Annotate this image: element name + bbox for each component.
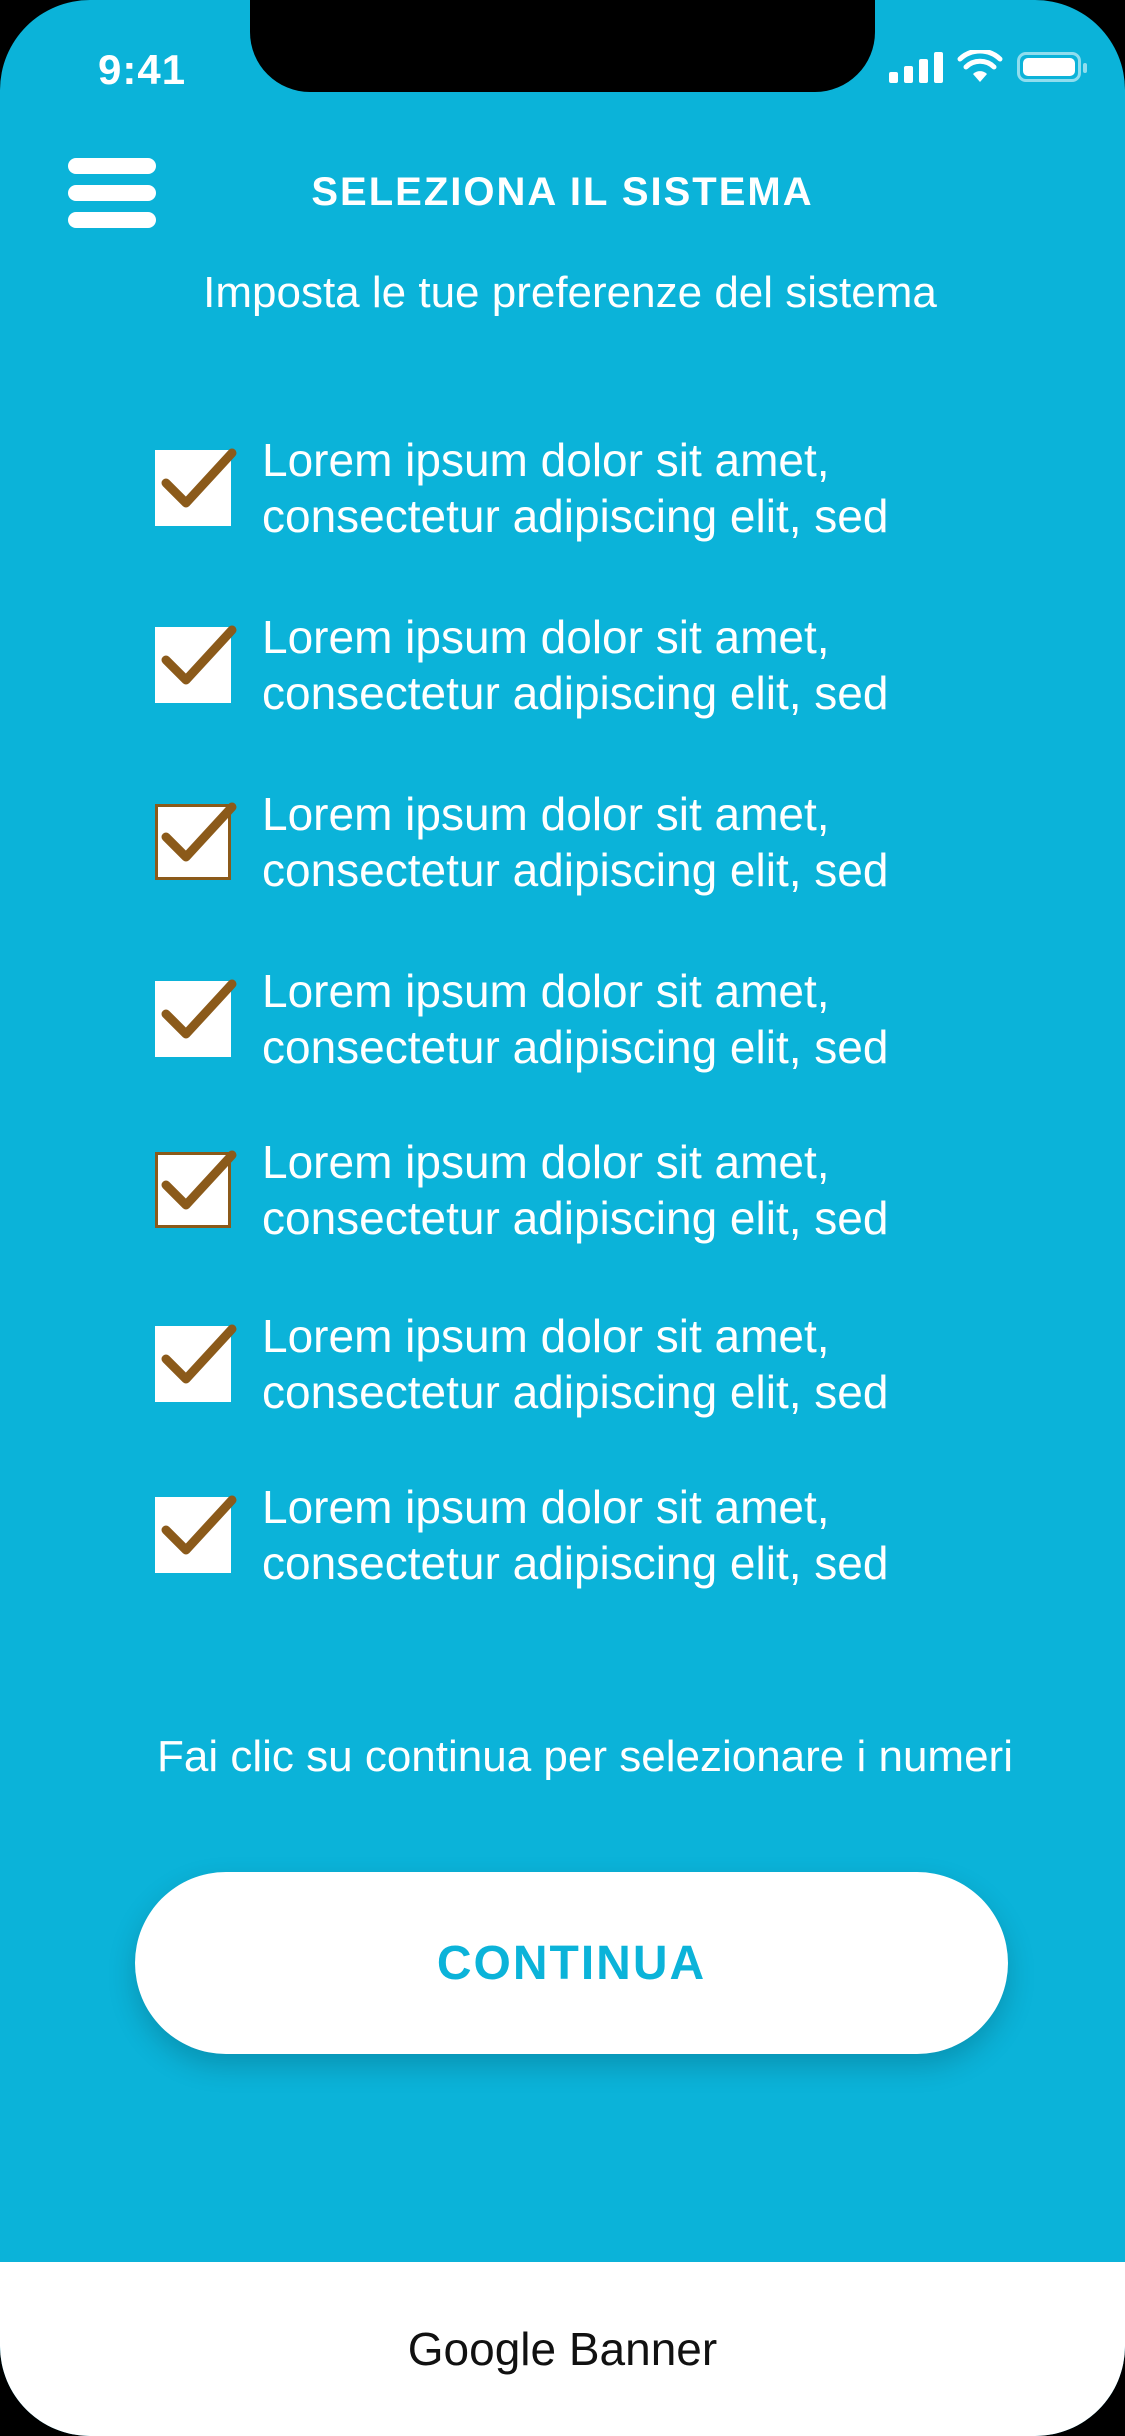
- wifi-icon: [957, 50, 1003, 82]
- checkbox[interactable]: [155, 1150, 237, 1228]
- option-label-line: consectetur adipiscing elit, sed: [262, 1192, 889, 1244]
- option-label: Lorem ipsum dolor sit amet, consectetur …: [262, 609, 1082, 721]
- option-item[interactable]: Lorem ipsum dolor sit amet, consectetur …: [155, 607, 1055, 719]
- checkbox[interactable]: [155, 1495, 237, 1573]
- option-label: Lorem ipsum dolor sit amet, consectetur …: [262, 1479, 1082, 1591]
- option-label: Lorem ipsum dolor sit amet, consectetur …: [262, 432, 1082, 544]
- option-label-line: Lorem ipsum dolor sit amet,: [262, 1481, 830, 1533]
- checkbox[interactable]: [155, 979, 237, 1057]
- battery-icon: [1017, 52, 1087, 82]
- option-label: Lorem ipsum dolor sit amet, consectetur …: [262, 786, 1082, 898]
- option-label-line: Lorem ipsum dolor sit amet,: [262, 1310, 830, 1362]
- page-subtitle: Imposta le tue preferenze del sistema: [203, 268, 937, 317]
- option-label-line: Lorem ipsum dolor sit amet,: [262, 611, 830, 663]
- option-item[interactable]: Lorem ipsum dolor sit amet, consectetur …: [155, 1477, 1055, 1589]
- checkmark-icon: [161, 1324, 237, 1384]
- checkmark-icon: [161, 625, 237, 685]
- signal-icon: [889, 51, 943, 83]
- status-icons: [889, 50, 1087, 84]
- page-title: SELEZIONA IL SISTEMA: [311, 170, 814, 214]
- option-label-line: Lorem ipsum dolor sit amet,: [262, 788, 830, 840]
- app-screen: 9:41 SELEZIONA IL SISTEMA Imposta le tue…: [0, 0, 1125, 2436]
- option-label-line: consectetur adipiscing elit, sed: [262, 1021, 889, 1073]
- option-label-line: Lorem ipsum dolor sit amet,: [262, 965, 830, 1017]
- checkmark-icon: [161, 1150, 237, 1210]
- checkbox[interactable]: [155, 448, 237, 526]
- continue-button[interactable]: CONTINUA: [135, 1872, 1008, 2054]
- checkbox[interactable]: [155, 625, 237, 703]
- checkmark-icon: [161, 448, 237, 508]
- checkmark-icon: [161, 1495, 237, 1555]
- checkbox[interactable]: [155, 802, 237, 880]
- option-label-line: consectetur adipiscing elit, sed: [262, 490, 889, 542]
- option-label-line: Lorem ipsum dolor sit amet,: [262, 434, 830, 486]
- device-notch: [250, 0, 875, 92]
- option-item[interactable]: Lorem ipsum dolor sit amet, consectetur …: [155, 430, 1055, 542]
- option-label: Lorem ipsum dolor sit amet, consectetur …: [262, 963, 1082, 1075]
- option-label-line: consectetur adipiscing elit, sed: [262, 1537, 889, 1589]
- option-item[interactable]: Lorem ipsum dolor sit amet, consectetur …: [155, 961, 1055, 1073]
- option-label-line: Lorem ipsum dolor sit amet,: [262, 1136, 830, 1188]
- checkmark-icon: [161, 802, 237, 862]
- status-time: 9:41: [98, 46, 187, 93]
- option-item[interactable]: Lorem ipsum dolor sit amet, consectetur …: [155, 1306, 1055, 1418]
- option-label: Lorem ipsum dolor sit amet, consectetur …: [262, 1308, 1082, 1420]
- option-label-line: consectetur adipiscing elit, sed: [262, 667, 889, 719]
- hint-text: Fai clic su continua per selezionare i n…: [157, 1732, 1013, 1781]
- checkmark-icon: [161, 979, 237, 1039]
- option-label: Lorem ipsum dolor sit amet, consectetur …: [262, 1134, 1082, 1246]
- option-item[interactable]: Lorem ipsum dolor sit amet, consectetur …: [155, 784, 1055, 896]
- checkbox[interactable]: [155, 1324, 237, 1402]
- option-label-line: consectetur adipiscing elit, sed: [262, 1366, 889, 1418]
- option-label-line: consectetur adipiscing elit, sed: [262, 844, 889, 896]
- option-item[interactable]: Lorem ipsum dolor sit amet, consectetur …: [155, 1132, 1055, 1244]
- ad-banner[interactable]: Google Banner: [0, 2262, 1125, 2436]
